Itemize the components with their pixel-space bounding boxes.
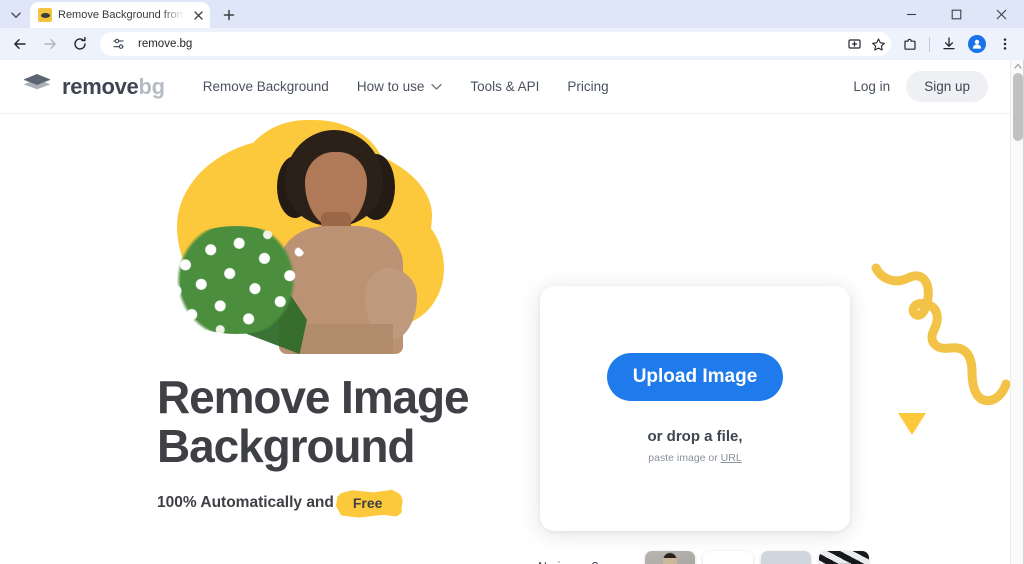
extensions-icon[interactable] [897, 31, 923, 57]
tab-search-icon[interactable] [2, 2, 30, 28]
star-icon[interactable] [867, 33, 889, 55]
hero-section: Remove Image Background 100% Automatical… [0, 114, 1011, 564]
paste-hint: paste image or URL [648, 452, 741, 464]
toolbar-divider [929, 36, 930, 52]
page-content: removebg Remove Background How to use To… [0, 60, 1011, 564]
nav-label: Pricing [567, 79, 609, 94]
page-title: Remove Image Background [157, 373, 517, 471]
login-link[interactable]: Log in [853, 79, 890, 94]
sample-thumbnails [645, 551, 870, 564]
yellow-triangle-decoration [898, 413, 926, 435]
paste-hint-prefix: paste image or [648, 452, 721, 464]
back-icon[interactable] [6, 30, 34, 58]
browser-toolbar: remove.bg [0, 28, 1024, 60]
hero-illustration [157, 120, 457, 354]
heading-line-1: Remove Image [157, 371, 470, 423]
hero-bouquet-image [157, 226, 337, 354]
nav-label: How to use [356, 79, 425, 94]
header-actions: Log in Sign up [853, 71, 988, 102]
url-link[interactable]: URL [721, 452, 742, 464]
heading-line-2: Background [157, 419, 415, 472]
download-icon[interactable] [936, 31, 962, 57]
main-navigation: Remove Background How to use Tools & API… [203, 79, 609, 94]
browser-window: Remove Background from Imag [0, 0, 1024, 564]
upload-card[interactable]: Upload Image or drop a file, paste image… [540, 286, 850, 531]
signup-button[interactable]: Sign up [906, 71, 988, 102]
yellow-squiggle-decoration [868, 254, 1018, 449]
layers-logo-icon [22, 72, 52, 101]
nav-item-remove-background[interactable]: Remove Background [203, 79, 329, 94]
sample-label-line-1: No image? [538, 558, 631, 564]
sample-car[interactable] [761, 551, 812, 564]
close-window-button[interactable] [979, 0, 1024, 28]
sample-images-section: No image? Try one of these: [538, 551, 870, 564]
maximize-button[interactable] [934, 0, 979, 28]
brand-name: removebg [62, 74, 165, 100]
brand-logo[interactable]: removebg [22, 72, 165, 101]
upload-image-button[interactable]: Upload Image [606, 353, 784, 401]
removebg-favicon [38, 8, 52, 22]
reload-icon[interactable] [66, 30, 94, 58]
nav-label: Tools & API [470, 79, 540, 94]
sample-bear[interactable] [703, 551, 753, 564]
nav-item-how-to-use[interactable]: How to use [357, 79, 443, 94]
brand-secondary: bg [138, 73, 165, 99]
tab-title: Remove Background from Imag [58, 9, 184, 21]
site-header: removebg Remove Background How to use To… [0, 60, 1010, 114]
profile-avatar-icon[interactable] [964, 31, 990, 57]
site-settings-icon[interactable] [108, 33, 130, 55]
sample-woman[interactable] [645, 551, 696, 564]
browser-tab[interactable]: Remove Background from Imag [30, 2, 210, 28]
page-viewport: removebg Remove Background How to use To… [0, 60, 1024, 564]
minimize-button[interactable] [889, 0, 934, 28]
tab-strip: Remove Background from Imag [0, 0, 1024, 28]
free-badge: Free [340, 491, 396, 516]
scrollbar-thumb[interactable] [1013, 73, 1023, 141]
nav-label: Remove Background [202, 79, 329, 94]
hero-left-column: Remove Image Background 100% Automatical… [157, 120, 517, 516]
omnibox-actions [843, 32, 889, 56]
nav-item-tools-api[interactable]: Tools & API [470, 79, 539, 94]
page-scrollbar[interactable] [1010, 60, 1024, 564]
subheading-text: 100% Automatically and [157, 494, 334, 511]
address-bar[interactable]: remove.bg [100, 32, 891, 56]
sample-microphone[interactable] [819, 551, 870, 564]
sample-label: No image? Try one of these: [538, 558, 631, 564]
chevron-down-icon [431, 79, 443, 94]
cast-icon[interactable] [843, 33, 865, 55]
nav-item-pricing[interactable]: Pricing [567, 79, 608, 94]
new-tab-button[interactable] [216, 2, 242, 28]
drop-file-text: or drop a file, [647, 428, 743, 445]
window-controls [889, 0, 1024, 28]
hero-subheading: 100% Automatically and Free [157, 491, 517, 516]
close-icon[interactable] [190, 7, 206, 23]
url-text: remove.bg [138, 38, 193, 50]
brand-primary: remove [62, 73, 139, 99]
three-dot-menu-icon[interactable] [992, 31, 1018, 57]
forward-icon[interactable] [36, 30, 64, 58]
